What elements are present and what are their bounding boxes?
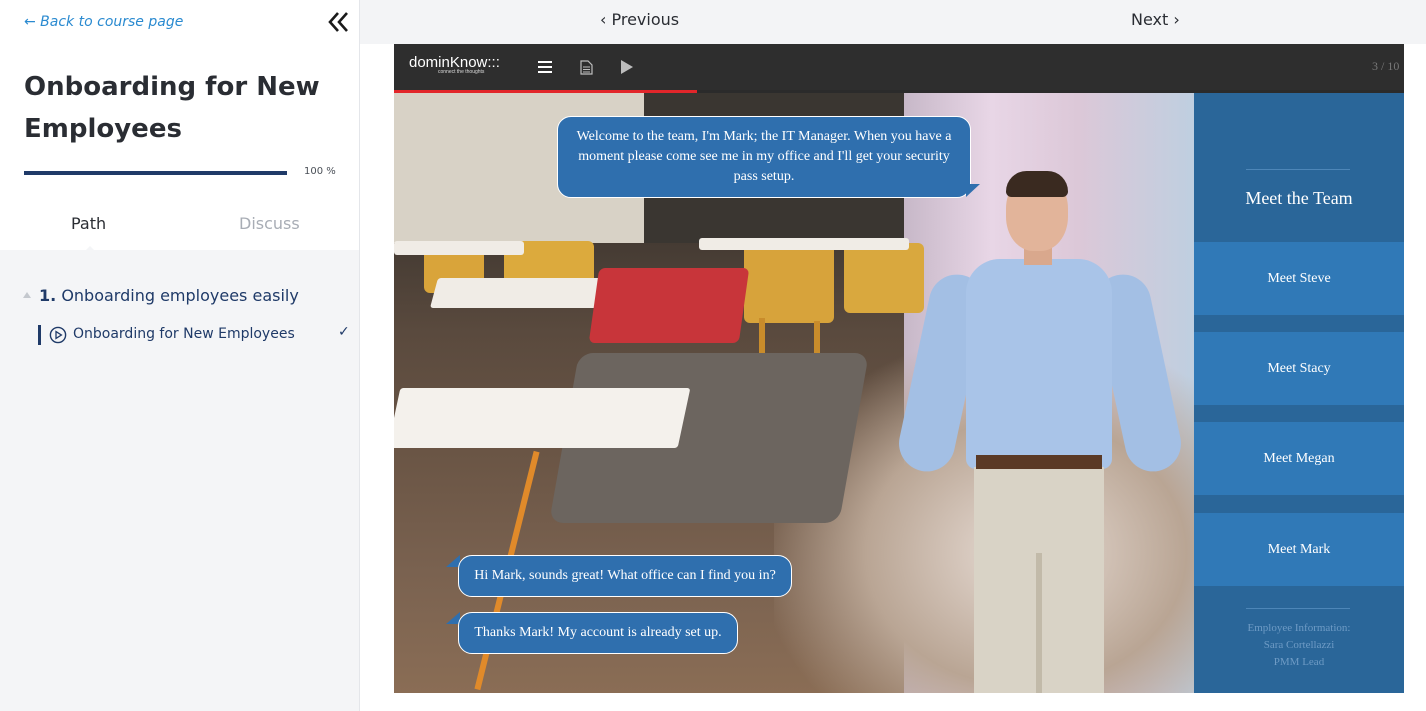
lesson-item[interactable]: Onboarding for New Employees ✓ bbox=[38, 323, 350, 347]
meet-megan-button[interactable]: Meet Megan bbox=[1194, 422, 1404, 495]
play-icon bbox=[621, 60, 633, 74]
menu-button[interactable] bbox=[534, 56, 556, 78]
employee-information: Employee Information: Sara Cortellazzi P… bbox=[1194, 620, 1404, 671]
yellow-chair bbox=[844, 243, 924, 313]
response-choice-2[interactable]: Thanks Mark! My account is already set u… bbox=[458, 612, 738, 654]
checkmark-icon: ✓ bbox=[338, 324, 350, 340]
divider bbox=[1246, 608, 1350, 609]
employee-role: PMM Lead bbox=[1273, 656, 1325, 668]
next-button[interactable]: Next › bbox=[1131, 10, 1180, 29]
response-choice-1[interactable]: Hi Mark, sounds great! What office can I… bbox=[458, 555, 792, 597]
slide-counter: 3 / 10 bbox=[1372, 59, 1400, 73]
character-belt bbox=[976, 455, 1102, 469]
speech-bubble-tail bbox=[966, 184, 980, 197]
meet-the-team-panel: Meet the Team Meet Steve Meet Stacy Meet… bbox=[1194, 93, 1404, 693]
speech-bubble: Welcome to the team, I'm Mark; the IT Ma… bbox=[557, 116, 971, 198]
play-circle-icon bbox=[49, 326, 67, 344]
character-hair bbox=[1006, 171, 1068, 197]
section-title[interactable]: 1. Onboarding employees easily bbox=[39, 286, 299, 305]
course-progress-label: 100 % bbox=[304, 166, 336, 177]
tab-path[interactable]: Path bbox=[71, 214, 106, 233]
cafeteria-scene: Welcome to the team, I'm Mark; the IT Ma… bbox=[394, 93, 1194, 693]
cafe-table bbox=[699, 238, 909, 250]
collapse-caret-icon[interactable] bbox=[23, 292, 31, 298]
active-lesson-bar bbox=[38, 325, 41, 345]
mark-character bbox=[893, 171, 1187, 693]
section-number: 1. bbox=[39, 286, 57, 305]
document-icon bbox=[579, 59, 593, 75]
play-button[interactable] bbox=[616, 56, 638, 78]
character-shirt bbox=[966, 259, 1112, 469]
course-sidebar: ← Back to course page Onboarding for New… bbox=[0, 0, 360, 711]
player-toolbar: dominKnow::: connect the thoughts 3 / 10 bbox=[394, 44, 1404, 90]
double-chevron-left-icon bbox=[328, 12, 348, 32]
red-chair bbox=[588, 268, 750, 343]
logo-tagline: connect the thoughts bbox=[438, 69, 485, 75]
notes-button[interactable] bbox=[575, 56, 597, 78]
course-title: Onboarding for New Employees bbox=[24, 72, 320, 144]
course-progress-fill bbox=[24, 171, 287, 175]
cafe-table bbox=[394, 388, 691, 448]
meet-steve-button[interactable]: Meet Steve bbox=[1194, 242, 1404, 315]
course-player: dominKnow::: connect the thoughts 3 / 10 bbox=[394, 44, 1404, 693]
divider bbox=[1246, 169, 1350, 170]
tab-discuss[interactable]: Discuss bbox=[239, 214, 300, 233]
section-title-text: Onboarding employees easily bbox=[61, 286, 299, 305]
collapse-sidebar-button[interactable] bbox=[326, 10, 352, 34]
meet-mark-button[interactable]: Meet Mark bbox=[1194, 513, 1404, 586]
lesson-navigation-bar: ‹ Previous Next › bbox=[360, 0, 1426, 44]
learning-path-panel: 1. Onboarding employees easily Onboardin… bbox=[0, 250, 359, 711]
employee-info-heading: Employee Information: bbox=[1247, 622, 1351, 634]
yellow-chair bbox=[744, 243, 834, 323]
team-panel-title: Meet the Team bbox=[1245, 188, 1353, 208]
meet-stacy-button[interactable]: Meet Stacy bbox=[1194, 332, 1404, 405]
character-pants-seam bbox=[1036, 553, 1042, 693]
lesson-label: Onboarding for New Employees bbox=[73, 326, 295, 342]
menu-icon bbox=[538, 61, 552, 73]
previous-button[interactable]: ‹ Previous bbox=[600, 10, 679, 29]
back-to-course-link[interactable]: ← Back to course page bbox=[24, 14, 183, 30]
course-progress-bar bbox=[24, 171, 287, 175]
cafe-table bbox=[394, 241, 524, 255]
employee-name: Sara Cortellazzi bbox=[1263, 639, 1335, 651]
